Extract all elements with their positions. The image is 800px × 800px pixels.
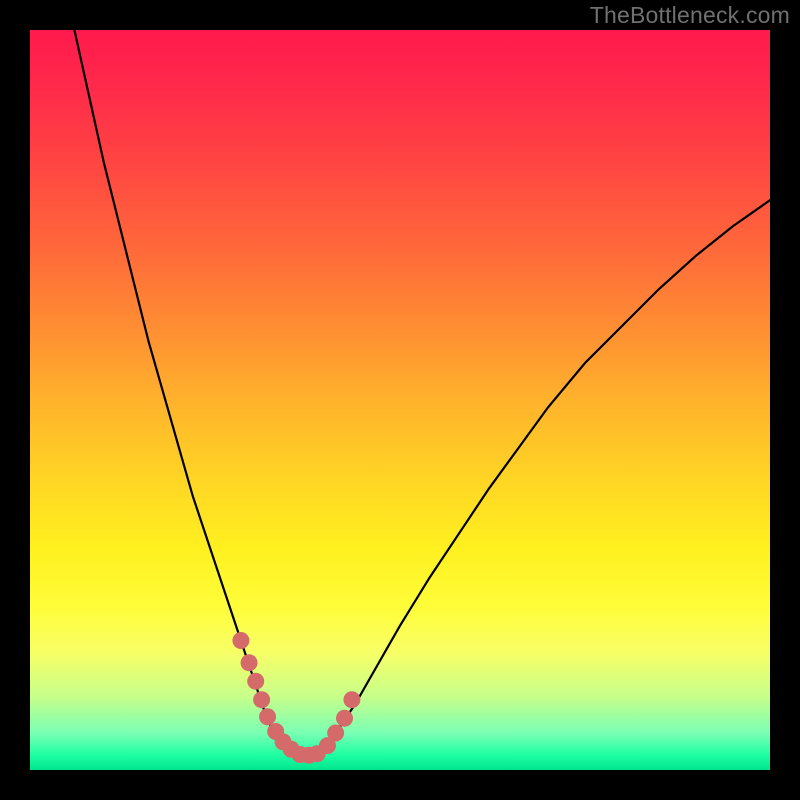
highlight-dot — [247, 673, 264, 690]
watermark-text: TheBottleneck.com — [590, 2, 790, 29]
bottleneck-curve — [74, 30, 770, 755]
chart-svg — [30, 30, 770, 770]
highlight-dot — [336, 710, 353, 727]
highlight-dots — [232, 632, 360, 764]
highlight-dot — [253, 691, 270, 708]
chart-frame: TheBottleneck.com — [0, 0, 800, 800]
highlight-dot — [232, 632, 249, 649]
highlight-dot — [327, 725, 344, 742]
highlight-dot — [241, 654, 258, 671]
highlight-dot — [343, 691, 360, 708]
highlight-dot — [259, 708, 276, 725]
